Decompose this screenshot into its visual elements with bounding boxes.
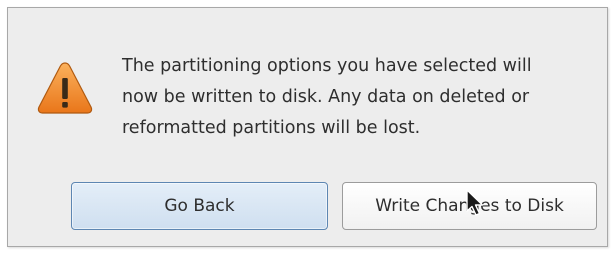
message-line: reformatted partitions will be lost. [122,118,421,138]
go-back-button-label: Go Back [164,196,235,216]
write-changes-to-disk-button[interactable]: Write Changes to Disk [342,182,597,230]
write-changes-button-label: Write Changes to Disk [375,196,564,216]
go-back-button[interactable]: Go Back [71,182,328,230]
message-line: The partitioning options you have select… [122,56,532,76]
warning-icon [37,62,93,114]
dialog-message: The partitioning options you have select… [122,51,592,144]
confirmation-dialog: The partitioning options you have select… [7,7,608,247]
message-line: now be written to disk. Any data on dele… [122,87,530,107]
